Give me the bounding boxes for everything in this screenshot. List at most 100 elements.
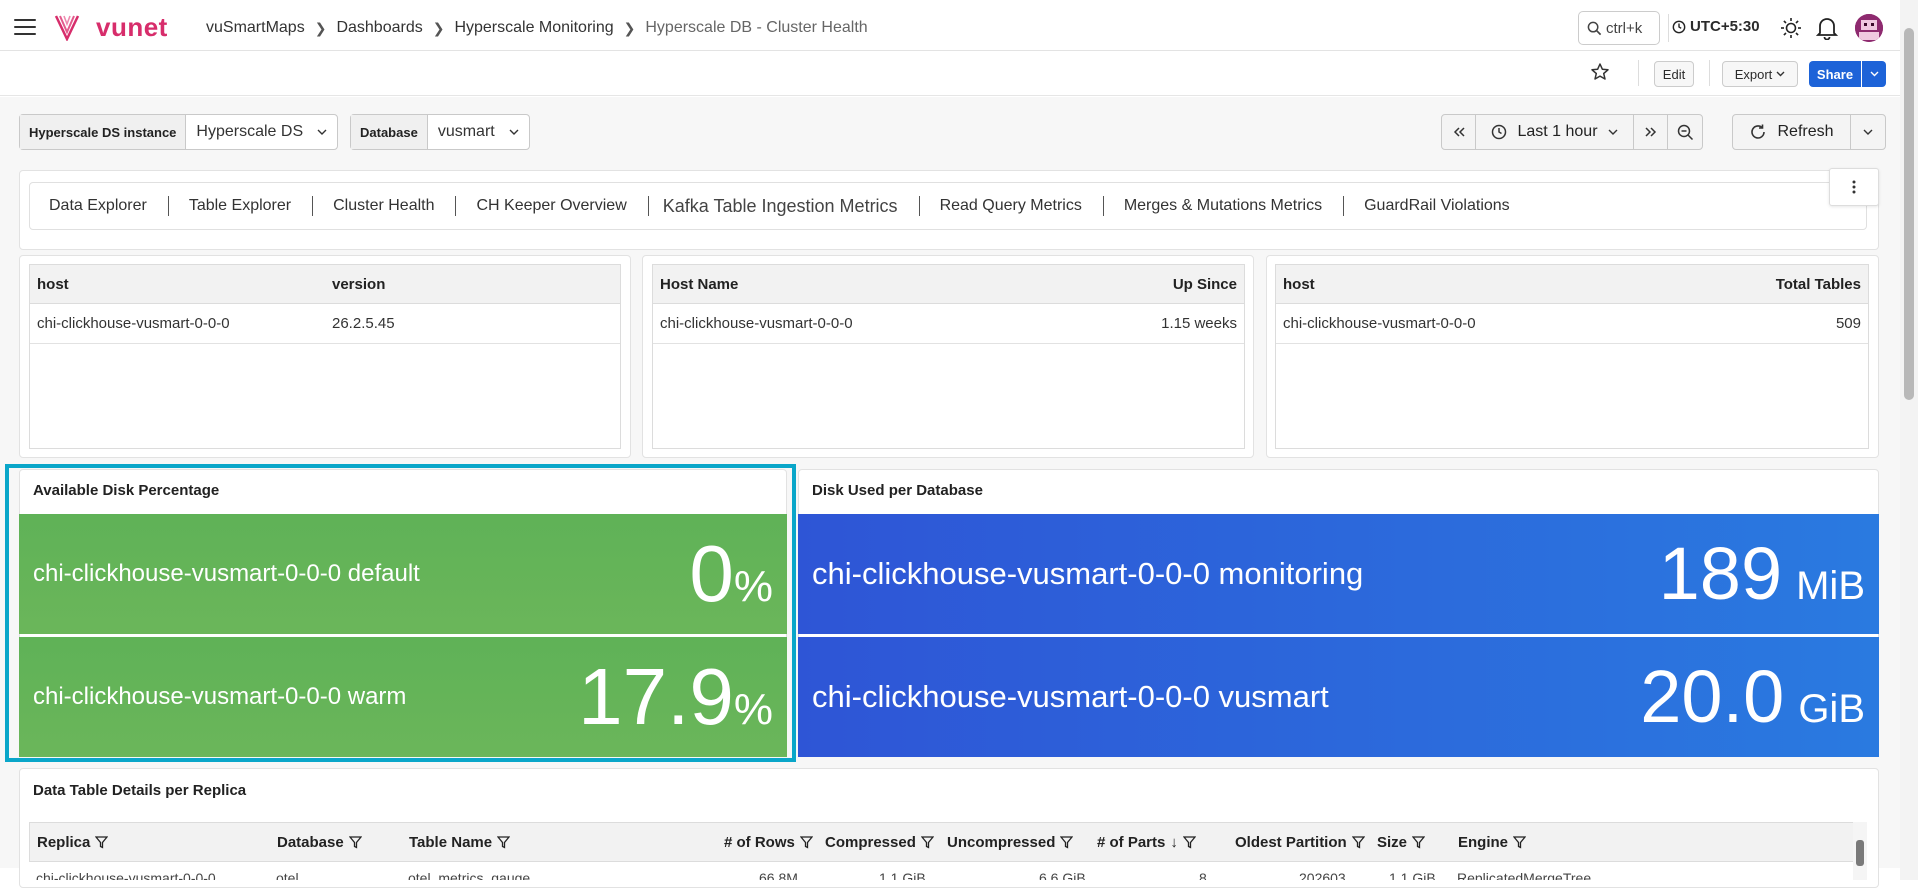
- filter-icon[interactable]: [95, 835, 109, 849]
- filter-icon[interactable]: [1182, 835, 1196, 849]
- zoom-out-button[interactable]: [1668, 115, 1702, 149]
- filter-selected-value: vusmart: [437, 123, 495, 140]
- column-label: Table Name: [409, 833, 493, 851]
- column-header[interactable]: Table Name: [409, 833, 511, 851]
- stat-value: 20.0 GiB: [1640, 659, 1879, 735]
- table-cell: chi-clickhouse-vusmart-0-0-0: [37, 315, 230, 332]
- tab-table-explorer[interactable]: Table Explorer: [189, 196, 314, 216]
- filter-label: Database: [351, 115, 428, 149]
- column-header[interactable]: # of Rows: [724, 834, 813, 851]
- stat-unit: GiB: [1798, 687, 1865, 731]
- table-row[interactable]: chi-clickhouse-vusmart-0-0-0 509: [1276, 304, 1868, 344]
- table-row[interactable]: chi-clickhouse-vusmart-0-0-0 26.2.5.45: [30, 304, 620, 344]
- filter-icon[interactable]: [1351, 835, 1365, 849]
- search-shortcut: ctrl+k: [1606, 19, 1643, 37]
- user-avatar-icon: [1855, 14, 1883, 42]
- stat-number: 189: [1658, 532, 1783, 615]
- export-button[interactable]: Export: [1722, 61, 1798, 87]
- stat-tile[interactable]: chi-clickhouse-vusmart-0-0-0 vusmart 20.…: [798, 637, 1879, 757]
- filter-icon[interactable]: [1060, 835, 1074, 849]
- bell-icon[interactable]: [1816, 16, 1838, 40]
- table-row[interactable]: chi-clickhouse-vusmart-0-0-0 1.15 weeks: [653, 304, 1244, 344]
- table-scrollbar[interactable]: [1853, 822, 1867, 880]
- tab-read-query-metrics[interactable]: Read Query Metrics: [940, 196, 1104, 216]
- tab-data-explorer[interactable]: Data Explorer: [49, 196, 169, 216]
- filter-icon[interactable]: [799, 835, 813, 849]
- column-header[interactable]: # of Parts ↓: [1097, 834, 1196, 851]
- breadcrumb-item[interactable]: Dashboards: [336, 19, 422, 37]
- table-row[interactable]: chi-clickhouse-vusmart-0-0-0 otel otel_m…: [29, 862, 1867, 880]
- star-icon[interactable]: [1590, 62, 1610, 82]
- filter-icon[interactable]: [1412, 835, 1426, 849]
- column-header[interactable]: Up Since: [1173, 276, 1237, 293]
- filter-icon[interactable]: [920, 835, 934, 849]
- column-header[interactable]: host: [37, 276, 332, 293]
- dashboard-tabs: Data Explorer Table Explorer Cluster Hea…: [29, 182, 1867, 230]
- table-cell: otel_metrics_gauge: [408, 870, 531, 880]
- filter-selected-value: Hyperscale DS: [196, 123, 304, 140]
- logo[interactable]: vunet: [54, 13, 168, 41]
- stat-value: 189 MiB: [1659, 536, 1879, 612]
- chevron-right-icon: ❯: [623, 19, 636, 36]
- column-header[interactable]: Engine: [1458, 834, 1527, 851]
- refresh-interval-dropdown[interactable]: [1851, 115, 1885, 149]
- time-back-button[interactable]: [1442, 115, 1476, 149]
- column-header[interactable]: host: [1283, 276, 1315, 293]
- tab-guardrail-violations[interactable]: GuardRail Violations: [1364, 196, 1531, 216]
- more-options-button[interactable]: [1829, 168, 1879, 206]
- timezone-button[interactable]: UTC+5:30: [1672, 18, 1760, 35]
- stat-label: chi-clickhouse-vusmart-0-0-0 vusmart: [812, 679, 1329, 714]
- chevron-down-icon: [1863, 129, 1873, 135]
- column-header[interactable]: Uncompressed: [947, 834, 1074, 851]
- table-scrollbar-thumb[interactable]: [1856, 840, 1864, 866]
- column-label: Compressed: [825, 833, 916, 851]
- filter-value[interactable]: vusmart: [428, 115, 529, 149]
- breadcrumb-current: Hyperscale DB - Cluster Health: [645, 19, 868, 36]
- refresh-button[interactable]: Refresh: [1733, 115, 1851, 149]
- chevron-right-icon: ❯: [314, 19, 327, 36]
- search-button[interactable]: ctrl+k: [1578, 11, 1660, 45]
- tab-merges-mutations-metrics[interactable]: Merges & Mutations Metrics: [1124, 196, 1345, 216]
- page-scrollbar-thumb[interactable]: [1904, 28, 1914, 400]
- breadcrumb-item[interactable]: Hyperscale Monitoring: [454, 19, 613, 37]
- share-dropdown-button[interactable]: [1862, 61, 1886, 87]
- filter-database[interactable]: Database vusmart: [350, 114, 530, 150]
- tab-cluster-health[interactable]: Cluster Health: [333, 196, 457, 216]
- column-label: Size: [1377, 833, 1408, 851]
- column-header[interactable]: Total Tables: [1776, 276, 1861, 293]
- column-header[interactable]: Compressed: [825, 834, 934, 851]
- sun-icon[interactable]: [1780, 17, 1802, 39]
- menu-icon[interactable]: [14, 19, 36, 35]
- time-forward-button[interactable]: [1634, 115, 1668, 149]
- edit-button[interactable]: Edit: [1654, 61, 1694, 87]
- tab-kafka-table-ingestion-metrics[interactable]: Kafka Table Ingestion Metrics: [663, 196, 920, 216]
- column-header[interactable]: version: [332, 276, 385, 293]
- filter-value[interactable]: Hyperscale DS: [186, 115, 337, 149]
- column-header[interactable]: Size: [1377, 833, 1426, 851]
- column-header[interactable]: Host Name: [660, 276, 738, 293]
- share-button[interactable]: Share: [1809, 61, 1861, 87]
- selection-highlight: [5, 464, 796, 762]
- stat-tile[interactable]: chi-clickhouse-vusmart-0-0-0 monitoring …: [798, 514, 1879, 634]
- avatar[interactable]: [1855, 14, 1883, 42]
- column-header[interactable]: Oldest Partition: [1235, 834, 1365, 851]
- stat-number: 20.0: [1640, 655, 1785, 738]
- top-bar: vunet vuSmartMaps ❯ Dashboards ❯ Hypersc…: [0, 0, 1900, 51]
- column-header[interactable]: Replica: [37, 834, 109, 851]
- time-range-controls: Last 1 hour: [1441, 114, 1703, 150]
- chevron-down-icon: [1776, 71, 1785, 77]
- filter-icon[interactable]: [1513, 835, 1527, 849]
- column-header[interactable]: Database: [277, 834, 362, 851]
- table-cell: 8: [1199, 870, 1207, 880]
- chevron-right-icon: ❯: [432, 19, 445, 36]
- time-range-picker[interactable]: Last 1 hour: [1476, 115, 1634, 149]
- table-cell: chi-clickhouse-vusmart-0-0-0: [660, 315, 853, 332]
- filter-ds-instance[interactable]: Hyperscale DS instance Hyperscale DS: [19, 114, 339, 150]
- filter-icon[interactable]: [497, 835, 511, 849]
- divider: [1638, 60, 1639, 86]
- sort-desc-icon[interactable]: ↓: [1170, 834, 1178, 851]
- filter-icon[interactable]: [348, 835, 362, 849]
- column-label: # of Parts: [1097, 833, 1166, 851]
- tab-ch-keeper-overview[interactable]: CH Keeper Overview: [476, 196, 649, 216]
- breadcrumb-item[interactable]: vuSmartMaps: [206, 19, 305, 37]
